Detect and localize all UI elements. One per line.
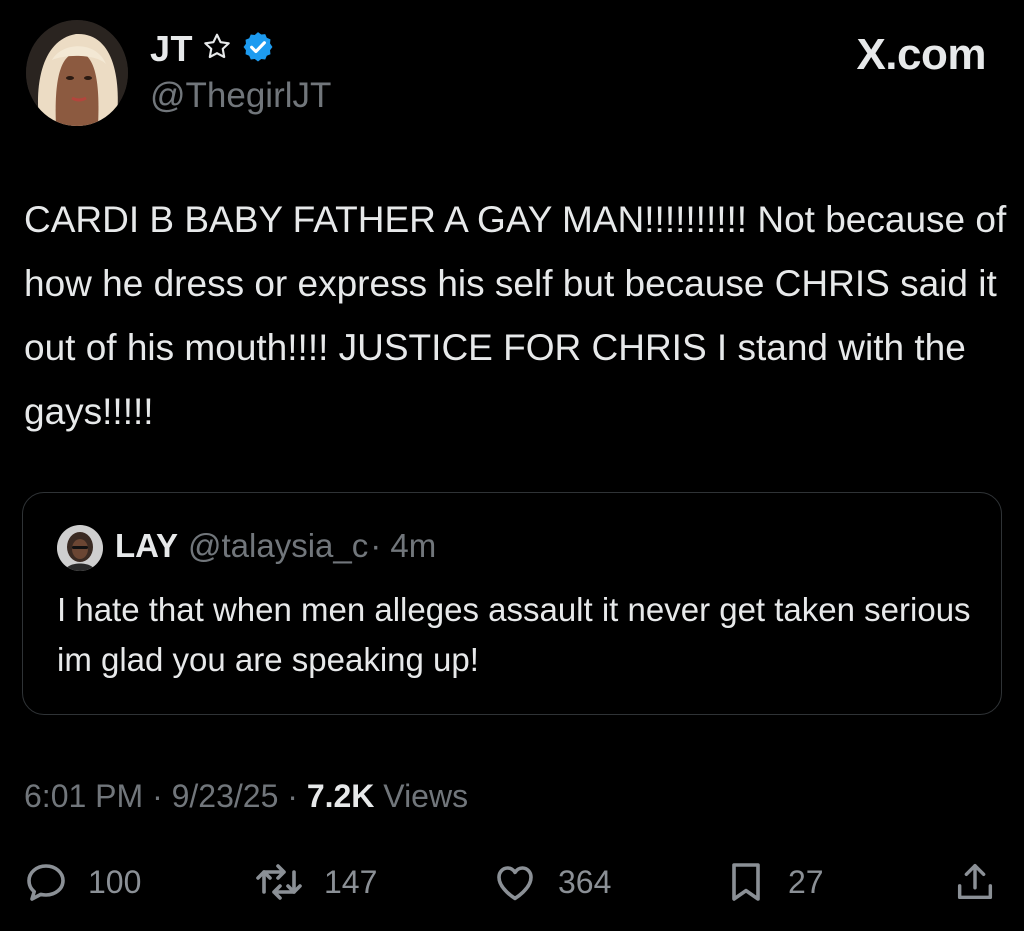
verified-badge-icon	[241, 30, 275, 69]
repost-count: 147	[324, 863, 378, 900]
quoted-header: LAY @talaysia_c · 4m	[115, 527, 436, 565]
bookmark-button[interactable]: 27	[722, 852, 824, 912]
meta-separator: ·	[143, 778, 172, 814]
star-outline-icon	[201, 31, 233, 68]
quoted-tweet-text: I hate that when men alleges assault it …	[57, 591, 971, 678]
share-icon	[952, 858, 998, 906]
heart-icon	[490, 858, 540, 906]
author-name-row: JT	[150, 26, 275, 72]
like-button[interactable]: 364	[490, 852, 611, 912]
bookmark-count: 27	[788, 863, 824, 900]
share-button[interactable]	[952, 852, 998, 912]
tweet-meta: 6:01 PM · 9/23/25 · 7.2K Views	[24, 778, 468, 815]
x-com-brand: X.com	[856, 30, 986, 79]
views-count: 7.2K	[306, 778, 375, 814]
quoted-tweet-card[interactable]: LAY @talaysia_c · 4m I hate that when me…	[22, 492, 1002, 715]
author-handle[interactable]: @ThegirlJT	[150, 76, 331, 116]
author-avatar[interactable]	[26, 20, 128, 126]
views-label: Views	[383, 778, 469, 814]
repost-icon	[252, 858, 306, 906]
like-count: 364	[558, 863, 612, 900]
reply-count: 100	[88, 863, 142, 900]
reply-icon	[22, 858, 70, 906]
quoted-time: · 4m	[370, 527, 437, 564]
reply-button[interactable]: 100	[22, 852, 141, 912]
quoted-display-name: LAY	[115, 527, 178, 564]
quoted-handle: @talaysia_c	[187, 527, 369, 564]
bookmark-icon	[722, 858, 770, 906]
repost-button[interactable]: 147	[252, 852, 377, 912]
tweet-time[interactable]: 6:01 PM	[24, 778, 143, 814]
quoted-author-avatar	[57, 525, 103, 571]
action-bar: 100 147 364 27	[0, 852, 1024, 912]
author-display-name[interactable]: JT	[150, 28, 193, 70]
tweet-date[interactable]: 9/23/25	[172, 778, 279, 814]
meta-separator: ·	[278, 778, 307, 814]
tweet-text: CARDI B BABY FATHER A GAY MAN!!!!!!!!!! …	[24, 199, 1007, 432]
